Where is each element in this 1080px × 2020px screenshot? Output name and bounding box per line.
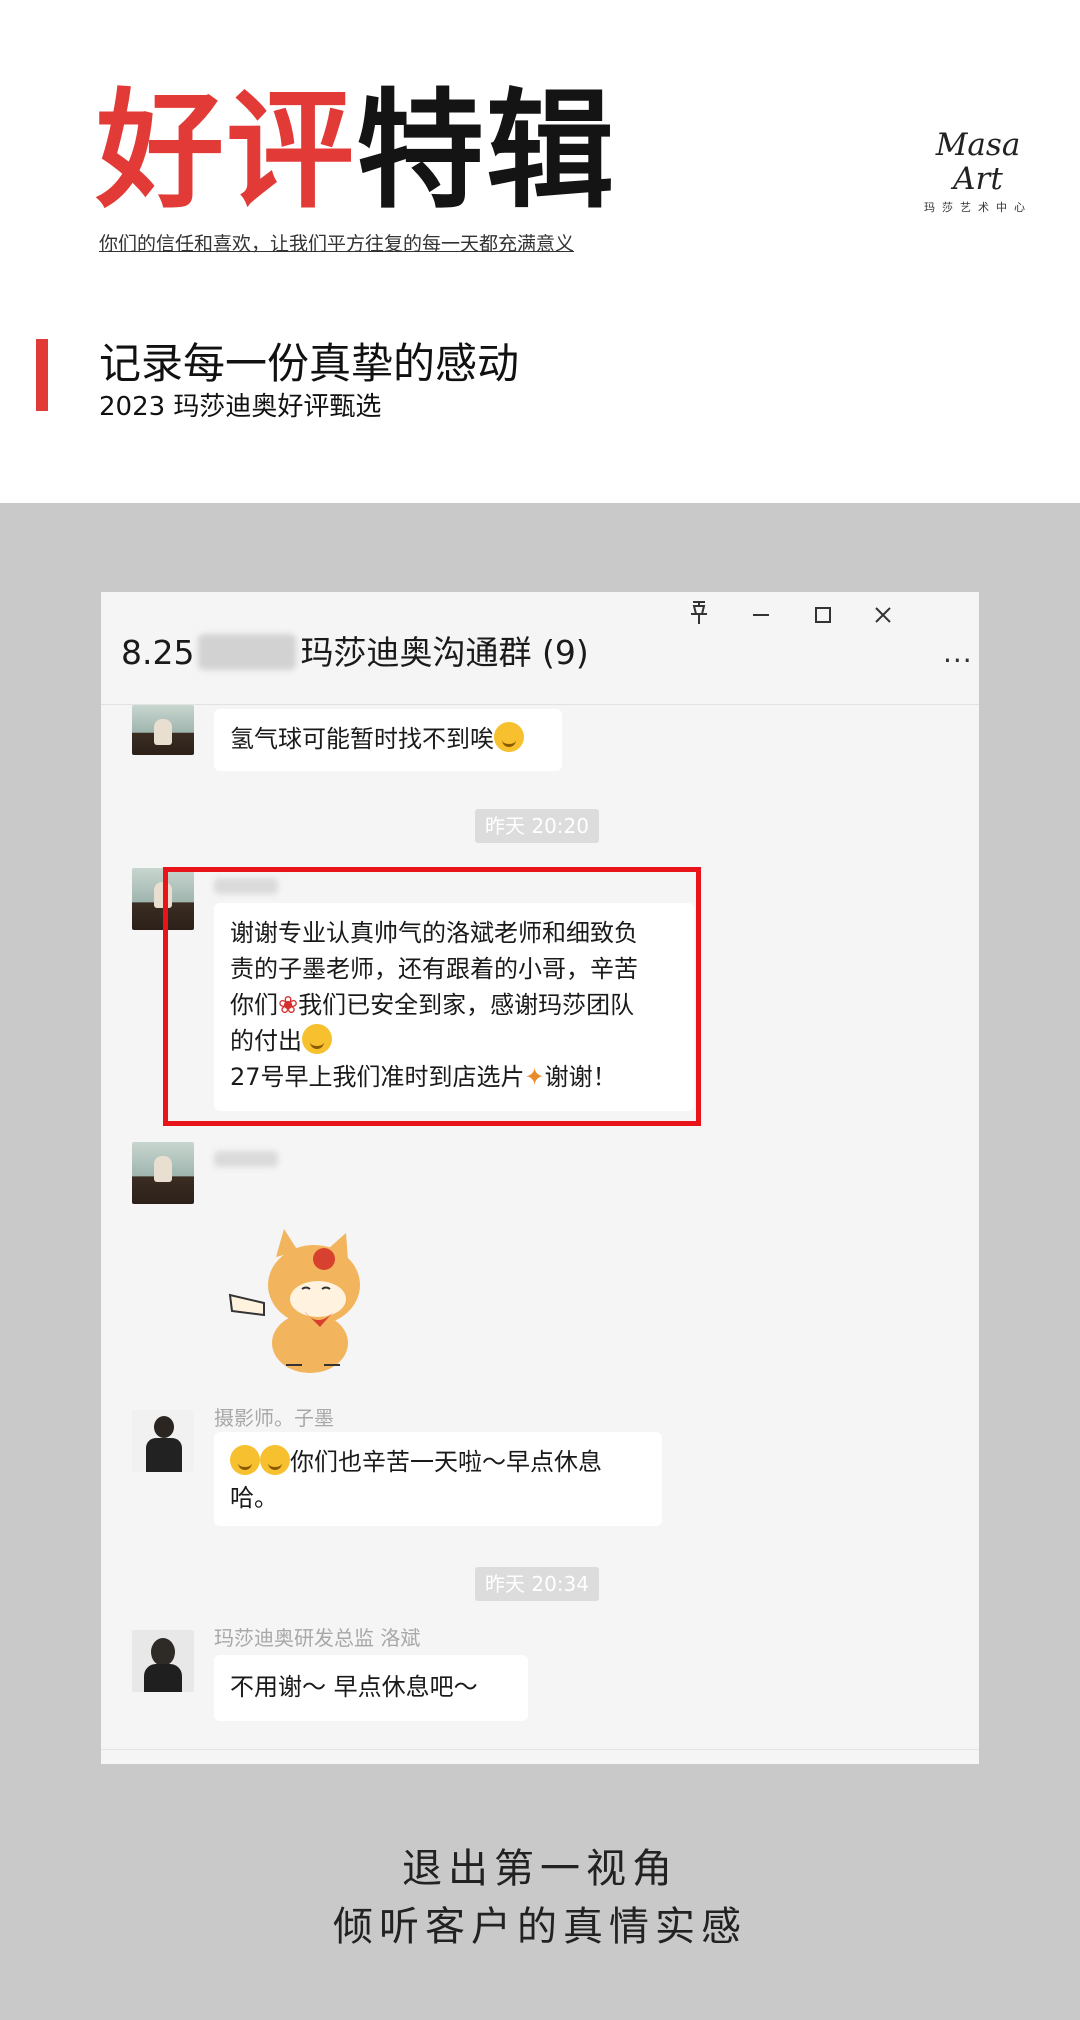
group-title-suffix: 玛莎迪奥沟通群 (9) [300, 633, 589, 672]
group-title: 8.25 玛莎迪奥沟通群 (9) [121, 626, 589, 674]
timestamp: 昨天 20:20 [475, 809, 599, 843]
timestamp: 昨天 20:34 [475, 1567, 599, 1601]
minimize-icon[interactable] [743, 600, 779, 636]
close-icon[interactable] [865, 600, 901, 636]
message-bubble: 你们也辛苦一天啦～早点休息 哈。 [214, 1432, 662, 1526]
smile-emoji-icon [230, 1445, 260, 1475]
window-header: 8.25 玛莎迪奥沟通群 (9) ··· [101, 592, 979, 705]
page-title: 好评特辑 [96, 82, 616, 222]
logo-cn-text: 玛莎艺术中心 [924, 201, 1032, 214]
maximize-icon[interactable] [805, 600, 841, 636]
avatar[interactable] [132, 1630, 194, 1692]
chat-messages: 氢气球可能暂时找不到唉 昨天 20:20 谢谢专业认真帅气的洛斌老师和细致负 责… [101, 705, 979, 1745]
message-text: 不用谢～ 早点休息吧～ [230, 1673, 478, 1701]
sender-name: 玛莎迪奥研发总监 洛斌 [214, 1626, 421, 1650]
footer-line-1: 退出第一视角 [402, 1846, 678, 1892]
chat-window: 8.25 玛莎迪奥沟通群 (9) ··· 氢气球可能暂时找不到唉 昨天 20:20… [101, 592, 979, 1764]
message-text: 你们也辛苦一天啦～早点休息 [290, 1448, 602, 1476]
input-area-edge [101, 1749, 979, 1764]
section-title: 记录每一份真挚的感动 [99, 339, 520, 388]
more-options-icon[interactable]: ··· [943, 644, 973, 677]
cat-sticker-icon [224, 1215, 384, 1375]
header-section: 好评特辑 你们的信任和喜欢，让我们平方往复的每一天都充满意义 Masa Art … [0, 0, 1080, 503]
message-bubble: 不用谢～ 早点休息吧～ [214, 1655, 528, 1721]
logo-script-text: Masa Art [935, 127, 1021, 197]
section-subtitle: 2023 玛莎迪奥好评甄选 [99, 392, 382, 422]
smile-emoji-icon [260, 1445, 290, 1475]
highlight-box [163, 867, 701, 1126]
avatar[interactable] [132, 705, 194, 755]
laughing-emoji-icon [494, 722, 524, 752]
title-black-part: 特辑 [356, 77, 617, 226]
message-line: 哈。 [230, 1484, 278, 1512]
avatar[interactable] [132, 1410, 194, 1472]
page-subtitle: 你们的信任和喜欢，让我们平方往复的每一天都充满意义 [99, 233, 575, 255]
brand-logo: Masa Art 玛莎艺术中心 [908, 128, 1048, 215]
footer-line-2: 倾听客户的真情实感 [333, 1904, 747, 1950]
blurred-sender-name [214, 1151, 278, 1167]
message-line: 你们也辛苦一天啦～早点休息 [230, 1444, 646, 1480]
message-bubble: 氢气球可能暂时找不到唉 [214, 709, 562, 771]
accent-bar [36, 339, 48, 411]
group-title-prefix: 8.25 [121, 633, 195, 672]
avatar[interactable] [132, 1142, 194, 1204]
message-text: 氢气球可能暂时找不到唉 [230, 725, 494, 753]
pin-icon[interactable] [681, 600, 717, 636]
sender-name: 摄影师。子墨 [214, 1406, 334, 1430]
title-red-part: 好评 [96, 77, 357, 226]
blurred-name [198, 634, 297, 670]
